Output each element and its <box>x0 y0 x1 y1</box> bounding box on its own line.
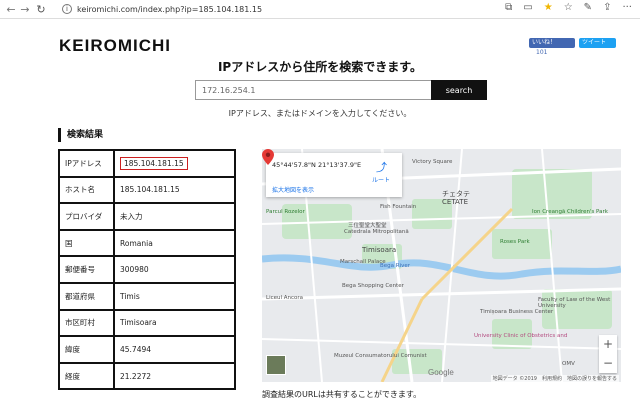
more-icon[interactable]: ··· <box>622 2 632 13</box>
tweet-button[interactable]: ツイート <box>579 38 616 48</box>
map-label: Fish Fountain <box>380 204 417 210</box>
row-label: 都道府県 <box>58 281 115 311</box>
row-value: 21.2272 <box>113 361 236 391</box>
map-label: CETATE <box>442 198 468 206</box>
map-label: Timișoara Business Center <box>480 309 554 315</box>
ip-value-highlight: 185.104.181.15 <box>120 156 188 170</box>
map-label: Catedrala Mitropolitană <box>344 229 409 235</box>
map-label: Bega River <box>380 263 411 269</box>
favorites-icon[interactable]: ☆ <box>564 2 573 13</box>
map-label: Bega Shopping Center <box>342 283 404 289</box>
row-label: 緯度 <box>58 335 115 364</box>
google-logo: Google <box>428 368 454 377</box>
row-value: 185.104.181.15 <box>113 175 236 205</box>
satellite-toggle[interactable] <box>266 355 286 375</box>
table-row: 都道府県 Timis <box>58 281 236 311</box>
map-label: Roses Park <box>500 239 530 245</box>
row-label: ホスト名 <box>58 175 115 205</box>
search-button[interactable]: search <box>431 80 487 100</box>
map-label: Faculty of Law of the West University <box>538 297 611 309</box>
site-title[interactable]: KEIROMICHI <box>59 36 171 56</box>
back-arrow-icon[interactable]: ← <box>4 3 18 16</box>
row-value: Timisoara <box>113 308 236 338</box>
row-label: 郵便番号 <box>58 255 115 284</box>
map-label: Liceul Ancora <box>266 295 304 301</box>
pen-icon[interactable]: ✎ <box>584 2 592 13</box>
map-attribution[interactable]: 地図データ ©2019 利用規約 地図の誤りを報告する <box>490 375 619 382</box>
search-form: search <box>195 80 487 100</box>
table-row: 市区町村 Timisoara <box>58 308 236 338</box>
row-value: 45.7494 <box>113 335 236 364</box>
directions-icon[interactable]: ⤴ <box>376 159 387 175</box>
reload-icon[interactable]: ↻ <box>34 3 48 16</box>
location-pin-icon[interactable] <box>262 149 274 165</box>
facebook-like-count: 101 <box>534 49 550 56</box>
table-row: 緯度 45.7494 <box>58 335 236 364</box>
coordinate-card: 45°44'57.8"N 21°13'37.9"E 拡大地図を表示 ⤴ ルート <box>266 153 402 197</box>
row-value: Timis <box>113 281 236 311</box>
row-label: 経度 <box>58 361 115 391</box>
row-label: 市区町村 <box>58 308 115 338</box>
row-value: Romania <box>113 228 236 258</box>
map-label: Muzeul Consumatorului Comunist <box>334 353 427 359</box>
info-icon[interactable]: i <box>62 4 72 14</box>
map-label: Victory Square <box>412 159 453 165</box>
ip-search-input[interactable] <box>195 80 431 100</box>
favorite-star-icon[interactable]: ★ <box>544 2 553 13</box>
browser-toolbar: ← → ↻ i keiromichi.com/index.php?ip=185.… <box>0 0 640 19</box>
table-row: 国 Romania <box>58 228 236 258</box>
address-bar[interactable]: i keiromichi.com/index.php?ip=185.104.18… <box>62 2 262 17</box>
facebook-like-button[interactable]: いいね！ 101 <box>529 38 575 56</box>
route-label[interactable]: ルート <box>372 175 390 184</box>
map-label: Parcul Rozelor <box>266 209 305 215</box>
row-label: IPアドレス <box>58 149 115 178</box>
results-table: IPアドレス 185.104.181.15 ホスト名 185.104.181.1… <box>58 149 236 391</box>
map-label: OMV <box>562 361 575 367</box>
table-row: 郵便番号 300980 <box>58 255 236 284</box>
tweet-label: ツイート <box>582 39 607 46</box>
zoom-controls: + − <box>599 335 617 373</box>
search-hint: IPアドレス、またはドメインを入力してください。 <box>228 109 412 118</box>
zoom-in-button[interactable]: + <box>599 335 617 354</box>
forward-arrow-icon[interactable]: → <box>18 3 32 16</box>
zoom-out-button[interactable]: − <box>599 354 617 373</box>
share-note: 調査結果のURLは共有することができます。 <box>262 390 422 399</box>
row-value: 185.104.181.15 <box>113 149 236 178</box>
map-label: Timisoara <box>362 246 397 254</box>
google-map[interactable]: 45°44'57.8"N 21°13'37.9"E 拡大地図を表示 ⤴ ルート … <box>262 149 621 382</box>
row-value: 300980 <box>113 255 236 284</box>
url-text[interactable]: keiromichi.com/index.php?ip=185.104.181.… <box>77 5 262 14</box>
facebook-like-label: いいね！ <box>532 39 557 46</box>
table-row: IPアドレス 185.104.181.15 <box>58 149 236 178</box>
page-heading: IPアドレスから住所を検索できます。 <box>217 60 423 74</box>
table-row: プロバイダ 未入力 <box>58 202 236 231</box>
browser-icons: ⧉ ▭ ★ ☆ ✎ ⇪ ··· <box>505 2 632 13</box>
row-label: プロバイダ <box>58 202 115 231</box>
row-value: 未入力 <box>113 202 236 231</box>
map-label: Ion Creangă Children's Park <box>532 209 608 215</box>
map-label: 三位聖堂大聖堂 <box>348 223 387 229</box>
coordinates-text: 45°44'57.8"N 21°13'37.9"E <box>272 161 362 169</box>
table-row: ホスト名 185.104.181.15 <box>58 175 236 205</box>
map-label: University Clinic of Obstetrics and <box>474 333 568 339</box>
row-label: 国 <box>58 228 115 258</box>
table-row: 経度 21.2272 <box>58 361 236 391</box>
enlarge-map-link[interactable]: 拡大地図を表示 <box>272 185 314 194</box>
map-label: Marschall Palace <box>340 259 386 265</box>
results-heading: 検索結果 <box>58 128 103 142</box>
share-icon[interactable]: ⇪ <box>603 2 611 13</box>
reader-icon[interactable]: ▭ <box>523 2 532 13</box>
extension-icon[interactable]: ⧉ <box>505 2 512 13</box>
